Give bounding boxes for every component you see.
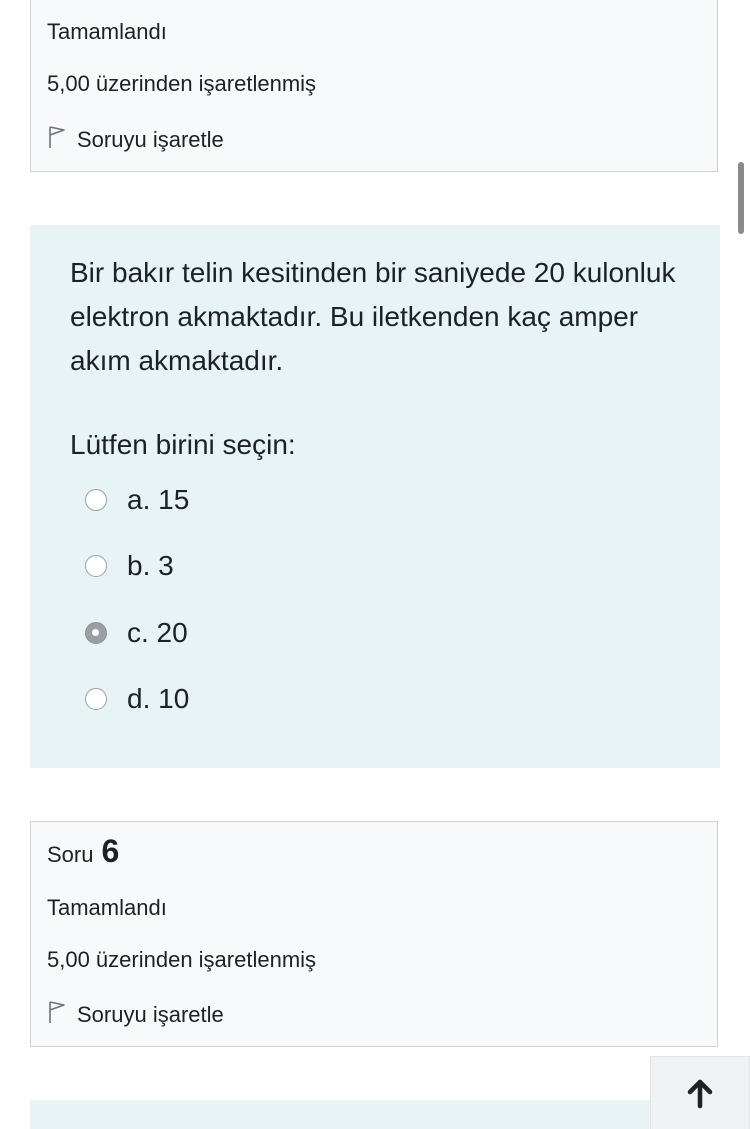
question-number-value: 6 bbox=[101, 833, 120, 869]
status-text: Tamamlandı bbox=[47, 895, 167, 920]
radio-button[interactable] bbox=[85, 489, 107, 511]
status-text: Tamamlandı bbox=[47, 19, 167, 44]
flag-question-link[interactable]: Soruyu işaretle bbox=[47, 999, 224, 1031]
question-info-box: Soru 6 Tamamlandı 5,00 üzerinden işaretl… bbox=[30, 821, 718, 1047]
question-info-box: Tamamlandı 5,00 üzerinden işaretlenmiş S… bbox=[30, 0, 718, 172]
scrollbar-thumb[interactable] bbox=[738, 162, 744, 234]
grade-text: 5,00 üzerinden işaretlenmiş bbox=[47, 947, 317, 972]
flag-label: Soruyu işaretle bbox=[77, 1002, 224, 1027]
grade-text: 5,00 üzerinden işaretlenmiş bbox=[47, 71, 317, 96]
flag-icon bbox=[47, 124, 77, 156]
next-question-content bbox=[30, 1100, 720, 1129]
option-label: d. 10 bbox=[127, 683, 190, 714]
answer-option-d[interactable]: d. 10 bbox=[85, 679, 189, 719]
question-label: Soru bbox=[47, 842, 94, 867]
radio-button[interactable] bbox=[85, 688, 107, 710]
radio-button[interactable] bbox=[85, 555, 107, 577]
answer-option-b[interactable]: b. 3 bbox=[85, 546, 174, 586]
flag-icon bbox=[47, 999, 77, 1031]
answer-option-c[interactable]: c. 20 bbox=[85, 613, 188, 653]
question-text: Bir bakır telin kesitinden bir saniyede … bbox=[70, 257, 676, 376]
flag-question-link[interactable]: Soruyu işaretle bbox=[47, 124, 224, 156]
answer-prompt: Lütfen birini seçin: bbox=[70, 429, 296, 460]
radio-button-selected[interactable] bbox=[85, 622, 107, 644]
option-label: b. 3 bbox=[127, 550, 174, 581]
option-label: a. 15 bbox=[127, 484, 190, 515]
arrow-up-icon bbox=[684, 1078, 716, 1115]
answer-option-a[interactable]: a. 15 bbox=[85, 480, 189, 520]
question-number: Soru 6 bbox=[47, 833, 120, 869]
flag-label: Soruyu işaretle bbox=[77, 127, 224, 152]
question-content: Bir bakır telin kesitinden bir saniyede … bbox=[30, 225, 720, 768]
quiz-page: Tamamlandı 5,00 üzerinden işaretlenmiş S… bbox=[0, 0, 750, 1129]
back-to-top-button[interactable] bbox=[650, 1056, 750, 1129]
option-label: c. 20 bbox=[127, 617, 188, 648]
